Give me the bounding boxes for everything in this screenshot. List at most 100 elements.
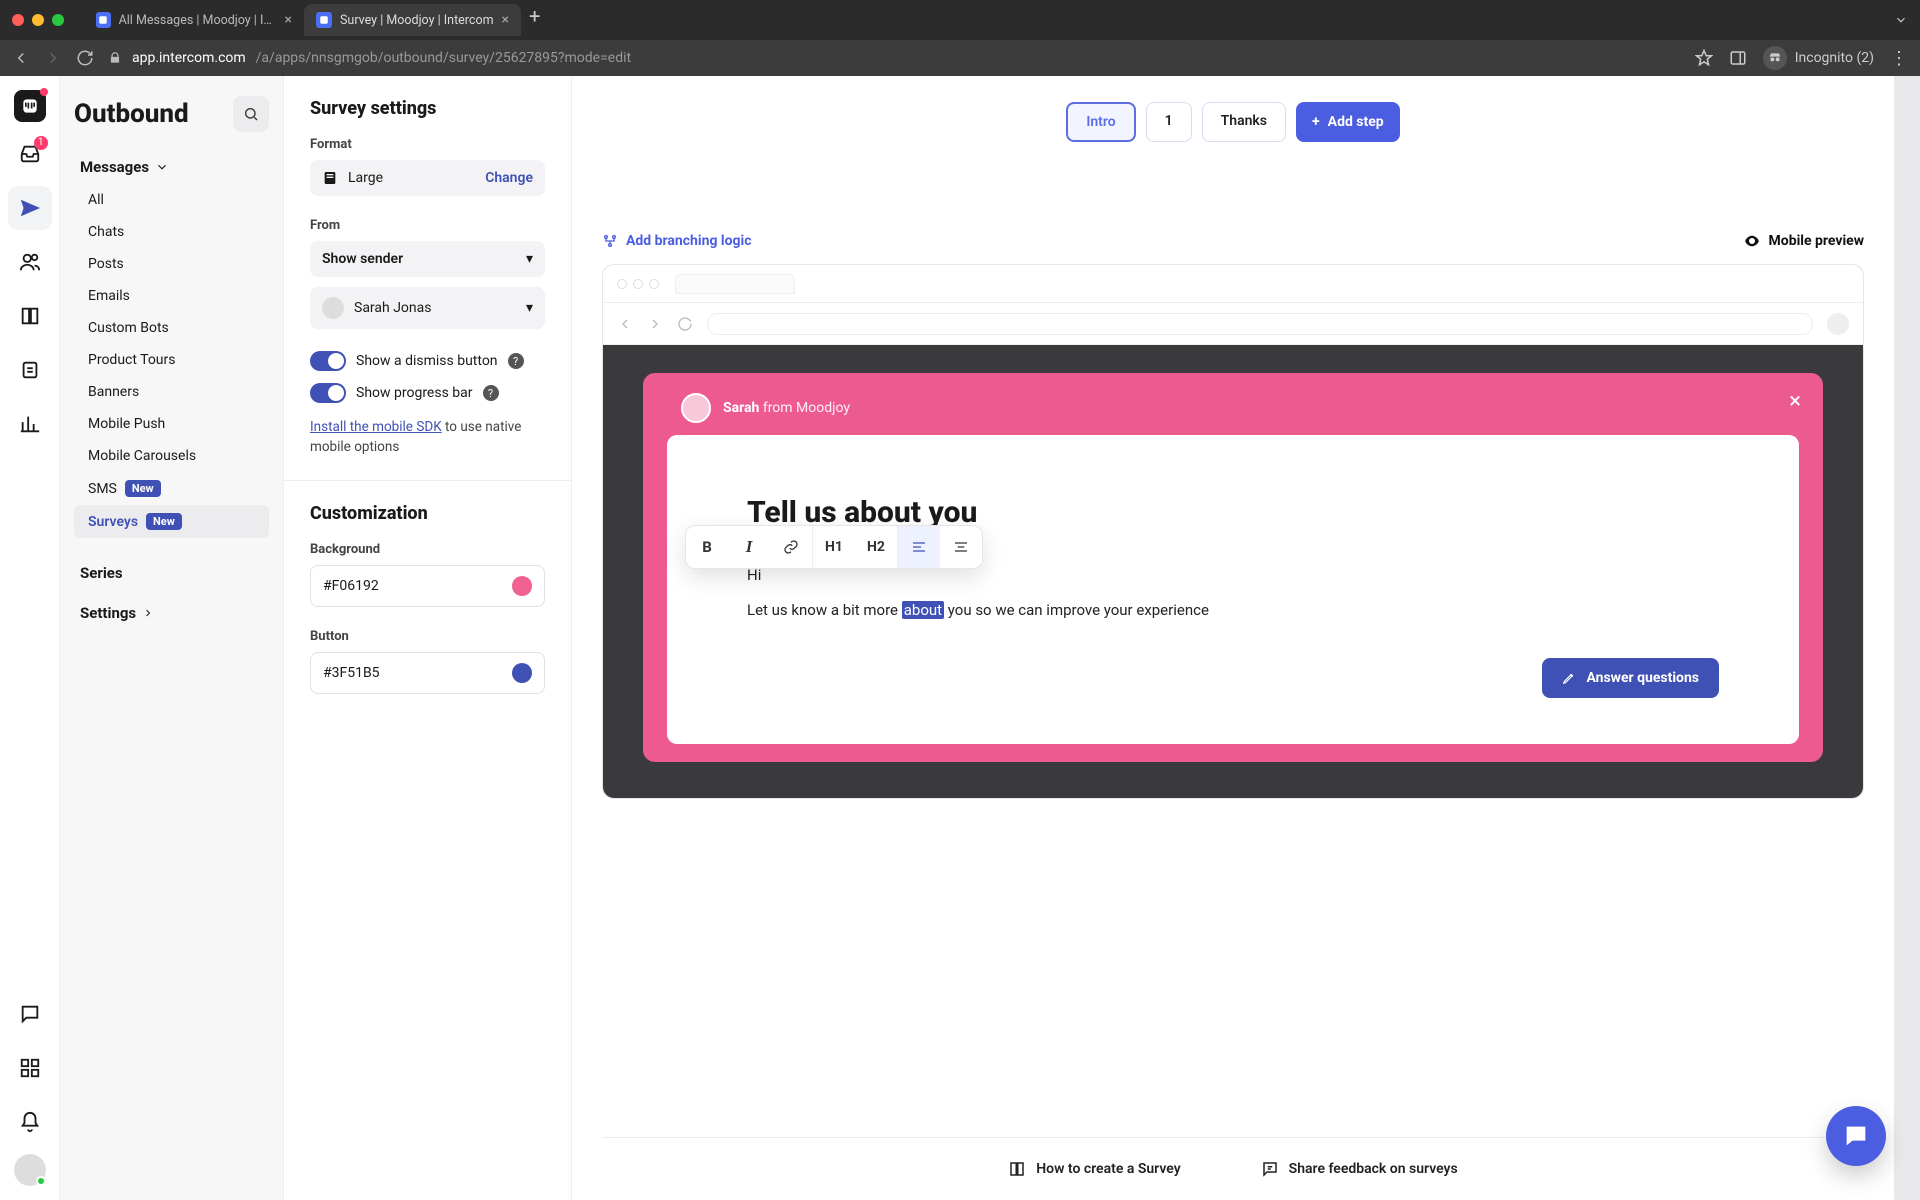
tabs-list: All Messages | Moodjoy | Interc × Survey…	[84, 4, 548, 36]
tab-survey[interactable]: Survey | Moodjoy | Intercom ×	[304, 4, 521, 36]
new-badge: New	[146, 513, 182, 530]
browser-menu-icon[interactable]: ⋮	[1890, 48, 1908, 69]
link-button[interactable]	[770, 526, 812, 568]
close-tab-icon[interactable]: ×	[502, 12, 509, 28]
rail-inbox[interactable]: 1	[8, 132, 52, 176]
sidebar-title: Outbound	[74, 99, 189, 129]
sidebar-item-label: Settings	[80, 604, 136, 622]
italic-button[interactable]: I	[728, 526, 770, 568]
pencil-icon	[1562, 671, 1576, 685]
rail-reports[interactable]	[8, 402, 52, 446]
button-label: Button	[310, 629, 545, 644]
h2-button[interactable]: H2	[855, 526, 897, 568]
button-color-input[interactable]: #3F51B5	[310, 652, 545, 694]
sidebar-item-mobile-carousels[interactable]: Mobile Carousels	[74, 440, 269, 472]
toggle-dismiss[interactable]: Show a dismiss button ?	[310, 351, 545, 371]
howto-survey-link[interactable]: How to create a Survey	[1008, 1160, 1180, 1178]
help-icon[interactable]: ?	[508, 353, 524, 369]
incognito-badge[interactable]: Incognito (2)	[1763, 46, 1874, 70]
install-sdk-link[interactable]: Install the mobile SDK	[310, 419, 442, 435]
sidebar-item-label: All	[88, 192, 104, 208]
maximize-window-icon[interactable]	[52, 14, 64, 26]
toggle-progress[interactable]: Show progress bar ?	[310, 383, 545, 403]
panel-icon[interactable]	[1729, 49, 1747, 67]
sidebar-item-surveys[interactable]: Surveys New	[74, 505, 269, 538]
sidebar-settings[interactable]: Settings	[74, 596, 269, 630]
mock-avatar-icon	[1827, 313, 1849, 335]
rail-outbound[interactable]	[8, 186, 52, 230]
sidebar-item-product-tours[interactable]: Product Tours	[74, 344, 269, 376]
chevron-down-icon: ▾	[526, 300, 533, 316]
add-branching-link[interactable]: Add branching logic	[602, 233, 752, 249]
from-mode-select[interactable]: Show sender ▾	[310, 241, 545, 277]
search-button[interactable]	[233, 96, 269, 132]
steps-row: Intro 1 Thanks + Add step	[602, 102, 1864, 142]
button-label: Answer questions	[1586, 670, 1699, 686]
tab-all-messages[interactable]: All Messages | Moodjoy | Interc ×	[84, 4, 304, 36]
intercom-launcher[interactable]	[1826, 1106, 1886, 1166]
tabs-dropdown-icon[interactable]	[1894, 13, 1908, 27]
incognito-icon	[1763, 46, 1787, 70]
sidebar-item-posts[interactable]: Posts	[74, 248, 269, 280]
intercom-favicon-icon	[96, 12, 111, 28]
bookmark-star-icon[interactable]	[1695, 49, 1713, 67]
change-format-link[interactable]: Change	[485, 170, 533, 186]
help-icon[interactable]: ?	[483, 385, 499, 401]
close-tab-icon[interactable]: ×	[285, 12, 292, 28]
user-avatar[interactable]	[14, 1154, 46, 1186]
h1-button[interactable]: H1	[813, 526, 855, 568]
rail-notifications[interactable]	[8, 1100, 52, 1144]
customization-heading: Customization	[310, 503, 545, 524]
url-field[interactable]: app.intercom.com/a/apps/nnsgmgob/outboun…	[108, 50, 631, 66]
format-selector[interactable]: Large Change	[310, 160, 545, 196]
online-indicator-icon	[36, 1176, 46, 1186]
chevron-right-icon	[142, 607, 154, 619]
align-left-icon	[911, 539, 927, 555]
background-color-input[interactable]: #F06192	[310, 565, 545, 607]
intercom-logo[interactable]	[14, 90, 46, 122]
sidebar-item-sms[interactable]: SMS New	[74, 472, 269, 505]
color-value: #3F51B5	[323, 665, 380, 681]
sidebar-item-chats[interactable]: Chats	[74, 216, 269, 248]
minimize-window-icon[interactable]	[32, 14, 44, 26]
close-icon[interactable]: ×	[1789, 389, 1801, 414]
rail-contacts[interactable]	[8, 240, 52, 284]
book-icon	[1008, 1160, 1026, 1178]
forward-button[interactable]	[44, 49, 62, 67]
rail-apps[interactable]	[8, 1046, 52, 1090]
sidebar-item-label: SMS	[88, 481, 117, 497]
sidebar-item-all[interactable]: All	[74, 184, 269, 216]
step-thanks[interactable]: Thanks	[1202, 102, 1286, 142]
sidebar-series[interactable]: Series	[74, 556, 269, 590]
messages-section-toggle[interactable]: Messages	[74, 150, 269, 184]
feedback-icon	[1261, 1160, 1279, 1178]
step-intro[interactable]: Intro	[1066, 102, 1135, 142]
share-feedback-link[interactable]: Share feedback on surveys	[1261, 1160, 1458, 1178]
link-label: Add branching logic	[626, 233, 752, 249]
rail-operator[interactable]	[8, 348, 52, 392]
back-button[interactable]	[12, 49, 30, 67]
add-step-button[interactable]: + Add step	[1296, 102, 1400, 142]
close-window-icon[interactable]	[12, 14, 24, 26]
survey-body-text[interactable]: Let us know a bit more about you so we c…	[747, 598, 1719, 622]
window-controls	[12, 14, 64, 26]
color-swatch-icon	[512, 576, 532, 596]
from-person-select[interactable]: Sarah Jonas ▾	[310, 287, 545, 329]
sidebar-item-custom-bots[interactable]: Custom Bots	[74, 312, 269, 344]
mock-url-field	[707, 313, 1813, 335]
rail-articles[interactable]	[8, 294, 52, 338]
sidebar-item-banners[interactable]: Banners	[74, 376, 269, 408]
align-left-button[interactable]	[898, 526, 940, 568]
step-1[interactable]: 1	[1146, 102, 1192, 142]
branching-icon	[602, 233, 618, 249]
sidebar-item-mobile-push[interactable]: Mobile Push	[74, 408, 269, 440]
answer-questions-button[interactable]: Answer questions	[1542, 658, 1719, 698]
sidebar-item-emails[interactable]: Emails	[74, 280, 269, 312]
rail-conversation[interactable]	[8, 992, 52, 1036]
link-label: Share feedback on surveys	[1289, 1161, 1458, 1177]
align-center-button[interactable]	[940, 526, 982, 568]
bold-button[interactable]: B	[686, 526, 728, 568]
mobile-preview-link[interactable]: Mobile preview	[1743, 232, 1864, 250]
new-tab-button[interactable]: +	[521, 4, 548, 36]
reload-button[interactable]	[76, 49, 94, 67]
